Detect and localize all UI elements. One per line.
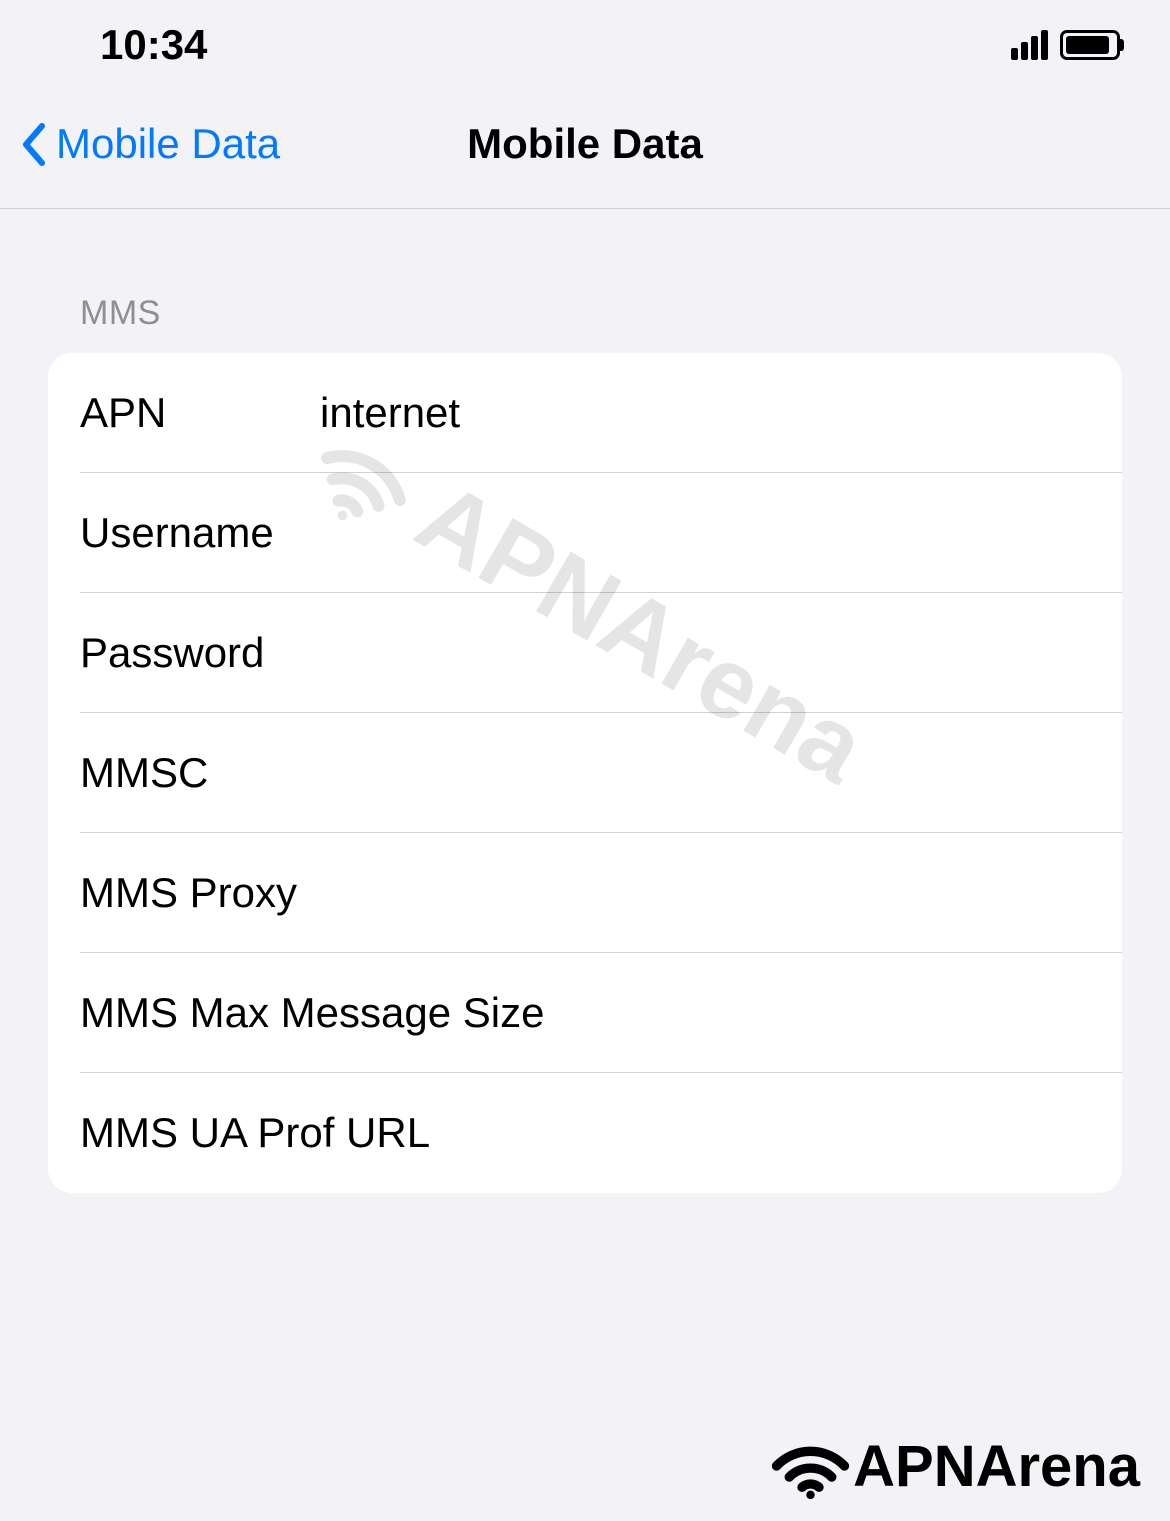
settings-group: APN Username Password MMSC MMS Proxy MMS… — [48, 353, 1122, 1193]
status-indicators — [1011, 30, 1120, 60]
mms-max-size-label: MMS Max Message Size — [80, 989, 544, 1037]
mms-ua-prof-label: MMS UA Prof URL — [80, 1109, 430, 1157]
row-mms-ua-prof[interactable]: MMS UA Prof URL — [48, 1073, 1122, 1193]
back-button[interactable]: Mobile Data — [20, 120, 280, 168]
apn-label: APN — [80, 389, 320, 437]
username-input[interactable] — [320, 509, 1090, 557]
row-password[interactable]: Password — [48, 593, 1122, 713]
mmsc-label: MMSC — [80, 749, 320, 797]
username-label: Username — [80, 509, 320, 557]
status-bar: 10:34 — [0, 0, 1170, 90]
mms-ua-prof-input[interactable] — [430, 1109, 1090, 1157]
battery-icon — [1060, 30, 1120, 60]
apn-input[interactable] — [320, 389, 1090, 437]
mms-proxy-input[interactable] — [297, 869, 1090, 917]
wifi-icon — [768, 1431, 853, 1501]
row-mms-proxy[interactable]: MMS Proxy — [48, 833, 1122, 953]
password-input[interactable] — [320, 629, 1090, 677]
status-time: 10:34 — [100, 21, 207, 69]
row-mms-max-size[interactable]: MMS Max Message Size — [48, 953, 1122, 1073]
page-title: Mobile Data — [467, 120, 703, 168]
password-label: Password — [80, 629, 320, 677]
footer-logo: APNArena — [768, 1431, 1140, 1501]
section-header-mms: MMS — [48, 294, 1122, 333]
row-apn[interactable]: APN — [48, 353, 1122, 473]
cellular-signal-icon — [1011, 30, 1048, 60]
footer-logo-text: APNArena — [853, 1433, 1140, 1500]
back-label: Mobile Data — [56, 120, 280, 168]
chevron-left-icon — [20, 122, 48, 167]
mmsc-input[interactable] — [320, 749, 1090, 797]
row-username[interactable]: Username — [48, 473, 1122, 593]
row-mmsc[interactable]: MMSC — [48, 713, 1122, 833]
navigation-bar: Mobile Data Mobile Data — [0, 90, 1170, 209]
content: MMS APN Username Password MMSC MMS Proxy — [0, 209, 1170, 1193]
mms-proxy-label: MMS Proxy — [80, 869, 297, 917]
mms-max-size-input[interactable] — [544, 989, 1090, 1037]
